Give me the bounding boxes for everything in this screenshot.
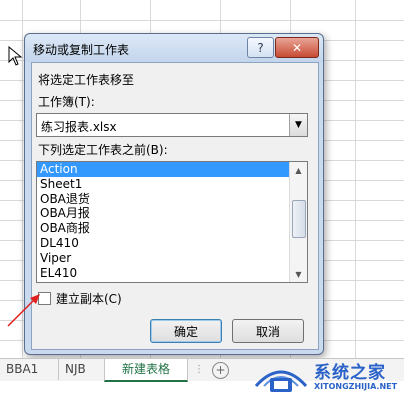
list-scrollbar[interactable]: ▲ ▼ [289,162,307,282]
create-copy-label: 建立副本(C) [56,292,122,306]
cancel-button[interactable]: 取消 [232,319,304,343]
move-copy-dialog: 移动或复制工作表 ? ✕ 将选定工作表移至 工作簿(T): 练习报表.xlsx … [24,33,324,355]
sheet-list-item[interactable]: EL410 [37,266,289,281]
mouse-cursor-icon [8,46,23,66]
watermark-name: 系统之家 [314,363,386,383]
workbook-select[interactable]: 练习报表.xlsx ▼ [36,113,308,137]
watermark-url: XITONGZHIJIA.NET [314,382,398,391]
scroll-thumb[interactable] [292,200,306,238]
dialog-body: 将选定工作表移至 工作簿(T): 练习报表.xlsx ▼ 下列选定工作表之前(B… [31,62,319,350]
watermark-logo-icon [254,370,308,392]
dialog-titlebar[interactable]: 移动或复制工作表 ? ✕ [25,34,323,62]
add-sheet-icon[interactable]: + [212,362,229,379]
ok-button[interactable]: 确定 [150,319,222,343]
sheet-tab-njb[interactable]: NJB [58,359,92,380]
close-button[interactable]: ✕ [275,37,319,58]
help-button[interactable]: ? [247,37,274,58]
dialog-title: 移动或复制工作表 [33,43,130,57]
chevron-down-icon[interactable]: ▼ [289,114,307,136]
scroll-down-icon[interactable]: ▼ [290,266,307,282]
sheet-list-item[interactable]: DL410 [37,236,289,251]
sheet-list-item[interactable]: Sheet1 [37,177,289,192]
sheet-list-item[interactable]: OBA商报 [37,221,289,236]
sheet-tab-new[interactable]: 新建表格 [104,359,188,382]
sheet-list-item[interactable]: Viper [37,251,289,266]
annotation-arrow-icon [7,294,40,327]
workbook-select-value: 练习报表.xlsx [41,120,117,134]
sheet-list-item[interactable]: OBA月报 [37,206,289,221]
sheet-tab-bba1[interactable]: BBA1 [0,359,44,380]
before-sheet-label: 下列选定工作表之前(B): [38,143,168,157]
watermark: 系统之家 XITONGZHIJIA.NET [252,352,402,400]
sheet-listbox[interactable]: Action Sheet1 OBA退货 OBA月报 OBA商报 DL410 Viper EL4… [36,161,308,283]
tab-overflow-icon[interactable]: ⋮ [194,364,204,375]
sheet-list-item[interactable]: Action [37,162,289,177]
move-to-label: 将选定工作表移至 [38,73,135,87]
workbook-label: 工作簿(T): [38,95,95,109]
sheet-list-item[interactable]: OBA退货 [37,192,289,207]
sheet-list: Action Sheet1 OBA退货 OBA月报 OBA商报 DL410 Viper EL4… [37,162,289,280]
scroll-up-icon[interactable]: ▲ [290,162,307,178]
create-copy-option[interactable]: 建立副本(C) [38,290,122,307]
